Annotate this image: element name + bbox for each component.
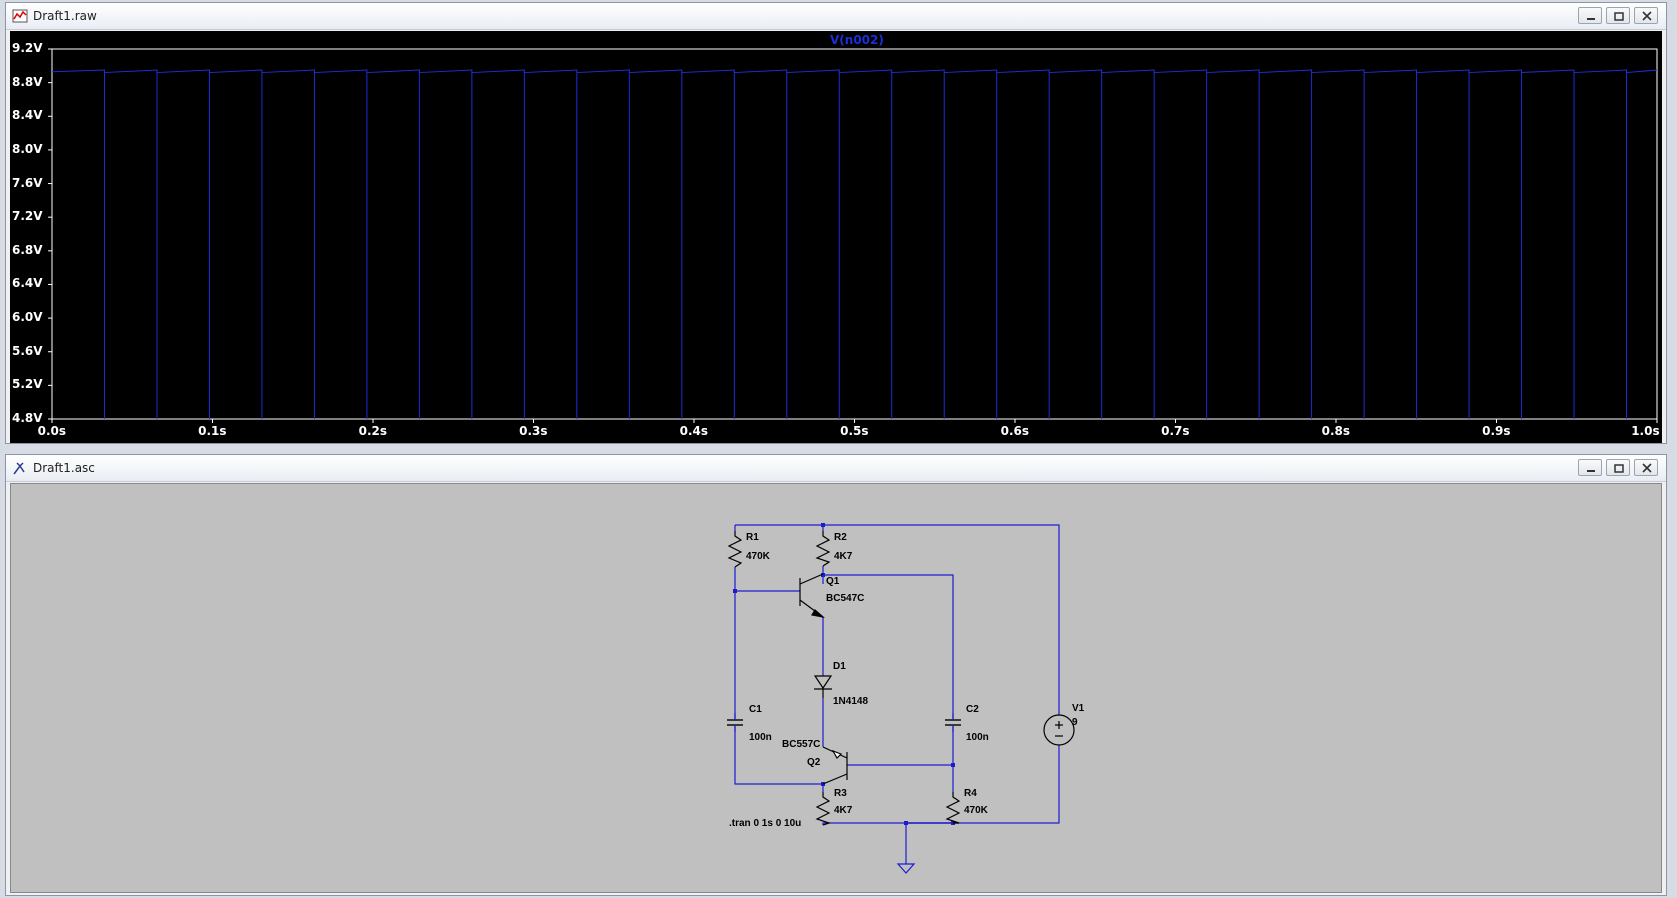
resistor-r4-symbol[interactable]	[945, 792, 961, 824]
minimize-button[interactable]	[1578, 7, 1602, 24]
wire-right[interactable]	[822, 566, 954, 713]
r1-value[interactable]: 470K	[746, 551, 771, 562]
q2-name[interactable]: Q2	[807, 757, 821, 768]
waveform-window: Draft1.raw V(n002) 9.2V 8.8V 8.4V 8.0V 7.6V 7…	[5, 2, 1667, 444]
x-tick-label: 0.4s	[679, 424, 708, 438]
x-tick-label: 0.7s	[1161, 424, 1190, 438]
c2-name[interactable]: C2	[966, 704, 979, 715]
x-tick-label: 0.5s	[840, 424, 869, 438]
close-button[interactable]	[1634, 7, 1658, 24]
y-tick-label: 6.4V	[12, 276, 43, 291]
c1-value[interactable]: 100n	[749, 732, 772, 743]
junctions	[733, 523, 955, 825]
wire-q1-base[interactable]	[734, 567, 800, 592]
waveform-chart	[48, 48, 1658, 423]
restore-icon	[1614, 12, 1624, 21]
r3-name[interactable]: R3	[834, 788, 847, 799]
x-tick-label: 1.0s	[1631, 424, 1660, 438]
x-tick-label: 0.6s	[1000, 424, 1029, 438]
ground-icon[interactable]	[896, 863, 916, 874]
schematic-window: Draft1.asc R1 470K R2 4K7 Q1 BC547C D1 1…	[5, 454, 1667, 896]
resistor-r2-symbol[interactable]	[815, 531, 831, 567]
transistor-q2-symbol[interactable]	[822, 746, 848, 785]
c1-name[interactable]: C1	[749, 704, 762, 715]
waveform-plot[interactable]: V(n002) 9.2V 8.8V 8.4V 8.0V 7.6V 7.2V 6.8V 6.4V…	[10, 31, 1662, 443]
x-tick-label: 0.0s	[37, 424, 66, 438]
r4-name[interactable]: R4	[964, 788, 977, 799]
d1-name[interactable]: D1	[833, 661, 846, 672]
minimize-button[interactable]	[1578, 459, 1602, 476]
x-tick-label: 0.8s	[1321, 424, 1350, 438]
y-tick-label: 5.6V	[12, 343, 43, 358]
schematic-titlebar[interactable]: Draft1.asc	[6, 455, 1666, 482]
capacitor-c2-symbol[interactable]	[945, 713, 961, 732]
r3-value[interactable]: 4K7	[834, 805, 853, 816]
close-icon	[1642, 11, 1652, 21]
y-tick-label: 6.0V	[12, 310, 43, 325]
r2-value[interactable]: 4K7	[834, 551, 853, 562]
schematic-canvas[interactable]: R1 470K R2 4K7 Q1 BC547C D1 1N4148 C1 10…	[10, 483, 1662, 893]
diode-d1-symbol[interactable]	[813, 675, 833, 698]
waveform-icon	[12, 9, 28, 23]
q1-value[interactable]: BC547C	[826, 593, 864, 604]
y-tick-label: 7.6V	[12, 175, 43, 190]
schematic-window-title: Draft1.asc	[33, 461, 95, 475]
y-tick-label: 8.8V	[12, 74, 43, 89]
r2-name[interactable]: R2	[834, 532, 847, 543]
y-tick-label: 8.0V	[12, 141, 43, 156]
y-tick-label: 6.8V	[12, 242, 43, 257]
trace-v-n002	[51, 69, 1658, 419]
x-tick-label: 0.1s	[198, 424, 227, 438]
schematic-icon	[13, 462, 25, 475]
capacitor-c1-symbol[interactable]	[727, 713, 743, 732]
v1-value[interactable]: 9	[1072, 717, 1078, 728]
y-tick-label: 9.2V	[12, 41, 43, 55]
d1-value[interactable]: 1N4148	[833, 696, 868, 707]
y-tick-label: 4.8V	[12, 411, 43, 425]
transistor-q1-symbol[interactable]	[799, 573, 826, 618]
y-tick-label: 5.2V	[12, 377, 43, 392]
y-tick-label: 8.4V	[12, 108, 43, 123]
schematic-drawing: R1 470K R2 4K7 Q1 BC547C D1 1N4148 C1 10…	[727, 523, 1085, 874]
restore-button[interactable]	[1606, 7, 1630, 24]
x-tick-label: 0.2s	[358, 424, 387, 438]
wires	[734, 524, 1060, 864]
close-icon	[1642, 463, 1652, 473]
x-tick-label: 0.3s	[519, 424, 548, 438]
waveform-window-title: Draft1.raw	[33, 9, 97, 23]
wire-top-rail[interactable]	[735, 524, 1060, 824]
resistor-r3-symbol[interactable]	[815, 792, 831, 826]
c2-value[interactable]: 100n	[966, 732, 989, 743]
restore-button[interactable]	[1606, 459, 1630, 476]
q2-value[interactable]: BC557C	[782, 739, 820, 750]
restore-icon	[1614, 464, 1624, 473]
q1-name[interactable]: Q1	[826, 576, 840, 587]
spice-directive[interactable]: .tran 0 1s 0 10u	[729, 818, 801, 829]
v1-name[interactable]: V1	[1072, 703, 1085, 714]
resistor-r1-symbol[interactable]	[727, 531, 743, 568]
minimize-icon	[1587, 470, 1595, 472]
r1-name[interactable]: R1	[746, 532, 759, 543]
x-tick-label: 0.9s	[1482, 424, 1511, 438]
minimize-icon	[1587, 18, 1595, 20]
r4-value[interactable]: 470K	[964, 805, 989, 816]
waveform-titlebar[interactable]: Draft1.raw	[6, 3, 1666, 30]
voltage-source-v1-symbol[interactable]	[1043, 714, 1075, 746]
close-button[interactable]	[1634, 459, 1658, 476]
y-tick-label: 7.2V	[12, 209, 43, 224]
